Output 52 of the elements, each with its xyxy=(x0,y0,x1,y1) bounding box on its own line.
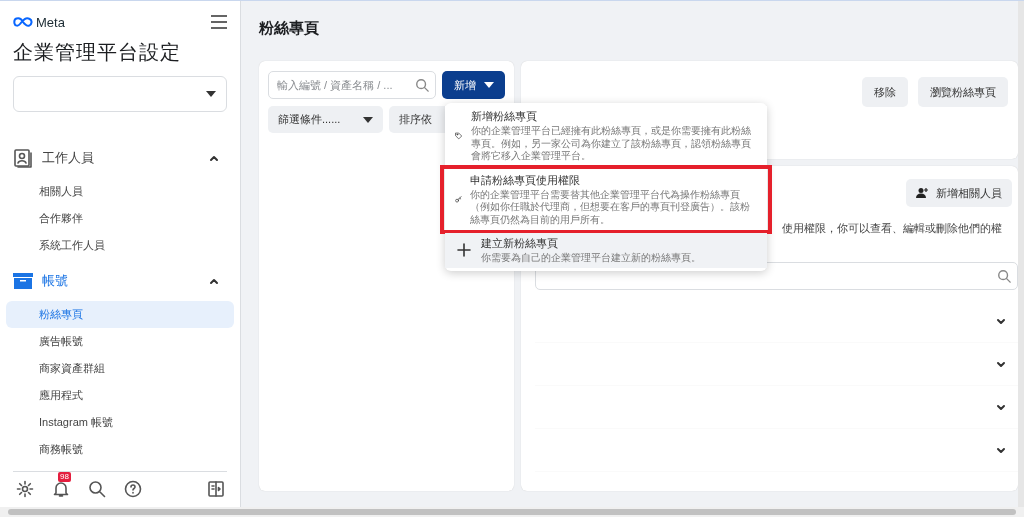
help-icon[interactable] xyxy=(124,480,142,499)
menu-icon[interactable] xyxy=(211,15,227,30)
settings-title: 企業管理平台設定 xyxy=(13,40,182,66)
sidebar-item[interactable]: 合作夥伴 xyxy=(6,204,234,232)
menu-item-description: 你的企業管理平台已經擁有此粉絲專頁，或是你需要擁有此粉絲專頁。例如，另一家公司為你建立了該粉絲專頁，認領粉絲專頁會將它移入企業管理平台。 xyxy=(470,125,752,163)
sidebar-item[interactable]: 粉絲專頁 xyxy=(6,300,234,328)
action-button[interactable]: 移除 xyxy=(862,77,908,107)
box-icon xyxy=(13,271,33,290)
sidebar-item[interactable]: 系統工作人員 xyxy=(6,231,234,259)
chevron-down-icon[interactable] xyxy=(996,402,1006,412)
action-button[interactable]: 瀏覽粉絲專頁 xyxy=(918,77,1008,107)
infinity-logo-icon xyxy=(13,17,33,28)
section-label[interactable]: 工作人員 xyxy=(42,148,200,167)
panel-icon[interactable] xyxy=(208,481,224,498)
search-icon xyxy=(415,78,429,92)
id-card-icon xyxy=(13,147,33,168)
horizontal-scrollbar[interactable] xyxy=(0,507,1024,517)
settings-icon[interactable] xyxy=(16,480,34,499)
menu-item-description: 你的企業管理平台需要替其他企業管理平台代為操作粉絲專頁（例如你任職於代理商，但想要在客戶的專頁刊登廣告）。該粉絲專頁仍然為目前的用戶所有。 xyxy=(470,188,752,226)
search-icon[interactable] xyxy=(88,480,106,499)
plus-icon xyxy=(455,241,473,260)
page-title: 粉絲專頁 xyxy=(259,19,320,38)
menu-item[interactable]: 建立新粉絲專頁 你需要為自己的企業管理平台建立新的粉絲專頁。 xyxy=(445,233,767,268)
vertical-scrollbar[interactable] xyxy=(1018,1,1024,507)
search-icon xyxy=(997,269,1011,283)
sidebar-item[interactable]: 相關人員 xyxy=(6,177,234,205)
caret-icon xyxy=(483,82,494,88)
menu-item-title: 建立新粉絲專頁 xyxy=(481,236,559,251)
caret-icon xyxy=(363,116,373,123)
chevron-down-icon[interactable] xyxy=(996,359,1006,369)
sidebar-item[interactable]: 商家資產群組 xyxy=(6,354,234,382)
search-field[interactable]: 輸入編號 / 資產名稱 / ... xyxy=(268,71,436,99)
sidebar-item[interactable]: 應用程式 xyxy=(6,381,234,409)
menu-item[interactable]: 新增粉絲專頁 你的企業管理平台已經擁有此粉絲專頁，或是你需要擁有此粉絲專頁。例如，另一家公司為你建立了該粉絲專頁，認領粉絲專頁會將它移入企業管理平台。 xyxy=(445,106,767,166)
menu-item-description: 你需要為自己的企業管理平台建立新的粉絲專頁。 xyxy=(481,252,701,265)
add-button[interactable]: 新增 xyxy=(442,71,505,99)
menu-item-title: 新增粉絲專頁 xyxy=(470,109,538,124)
brand-name: Meta xyxy=(36,14,65,30)
section-label[interactable]: 帳號 xyxy=(42,271,200,290)
sidebar-item[interactable]: 商務帳號 xyxy=(6,435,234,463)
sidebar-item[interactable]: 廣告帳號 xyxy=(6,327,234,355)
chevron-down-icon[interactable] xyxy=(996,316,1006,326)
bell-icon[interactable] xyxy=(52,480,70,499)
caret-icon xyxy=(206,90,216,97)
person-add-icon xyxy=(916,187,928,199)
chevron-down-icon[interactable] xyxy=(996,445,1006,455)
add-person-button[interactable]: 新增相關人員 xyxy=(906,179,1012,207)
menu-item-title: 申請粉絲專頁使用權限 xyxy=(470,172,582,188)
people-description: 使用權限，你可以查看、編輯或刪除他們的權 xyxy=(782,221,1003,236)
notification-badge: 98 xyxy=(58,472,71,483)
sidebar-item[interactable]: Instagram 帳號 xyxy=(6,408,234,436)
filter-dropdown[interactable]: 篩選條件...... xyxy=(268,106,383,133)
